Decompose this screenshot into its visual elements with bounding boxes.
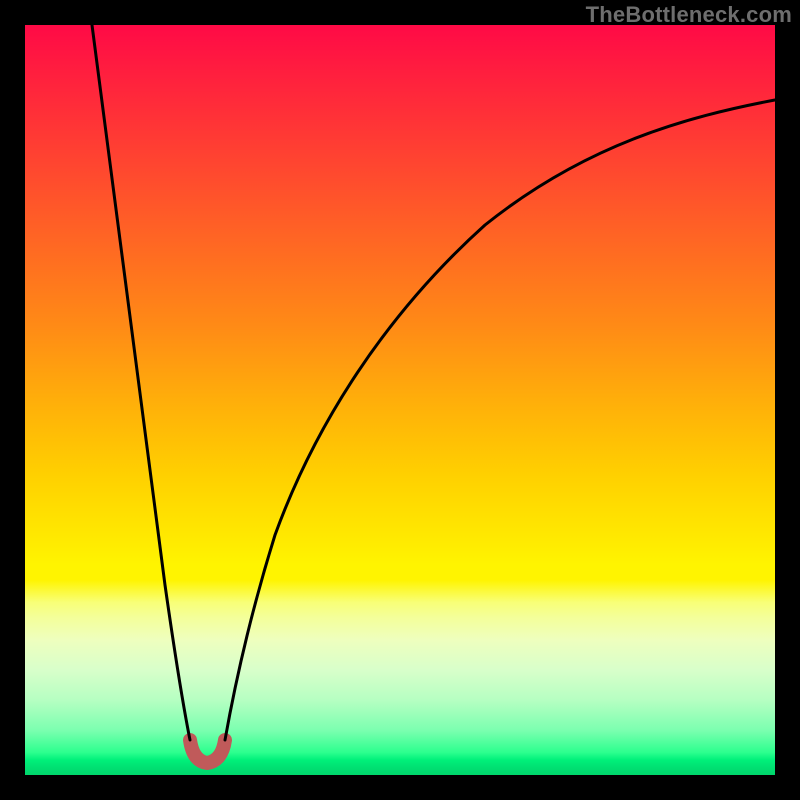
valley-marker-path <box>190 740 225 763</box>
curve-layer <box>25 25 775 775</box>
left-branch-path <box>92 25 190 740</box>
right-branch-path <box>225 100 775 740</box>
chart-frame: TheBottleneck.com <box>0 0 800 800</box>
